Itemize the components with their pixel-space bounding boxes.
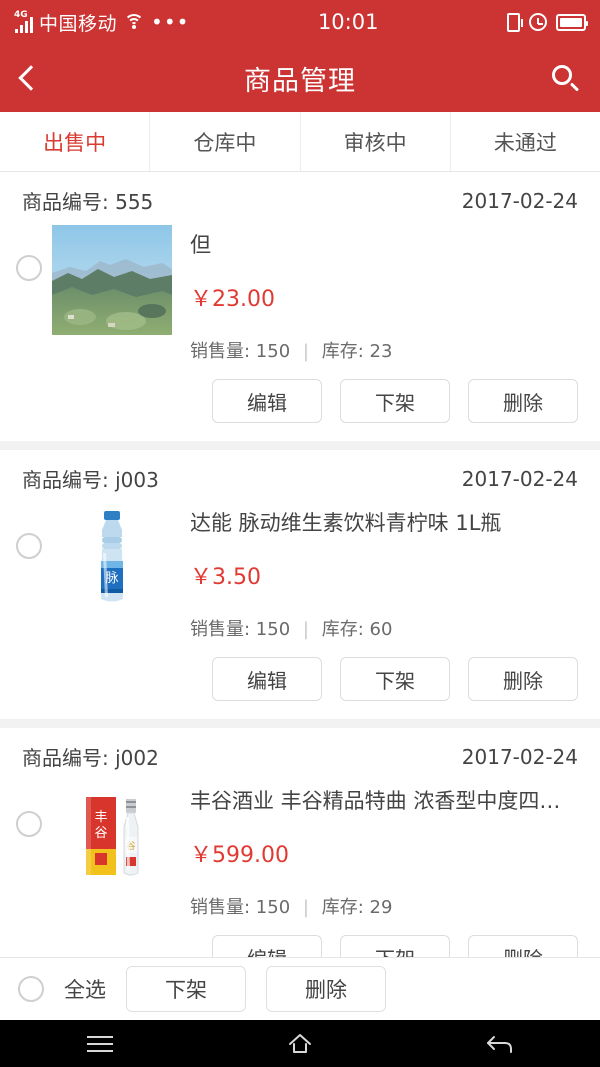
product-date: 2017-02-24 [461,466,578,491]
more-dots-icon: ••• [151,10,190,34]
tab-under-review[interactable]: 审核中 [300,112,451,171]
bulk-action-bar: 全选 下架 删除 [0,957,600,1020]
product-actions: 编辑 下架 删除 [0,367,600,441]
product-thumbnail[interactable]: 脉 [52,503,172,613]
delete-button[interactable]: 删除 [468,379,578,423]
clock-label: 10:01 [317,10,379,34]
product-date: 2017-02-24 [461,744,578,769]
product-sales: 销售量: 150 [190,619,291,640]
product-code: 商品编号: 555 [22,190,154,214]
product-card: 商品编号: 555 2017-02-24 但 ￥23.00 销售量: 150 |… [0,172,600,441]
product-stock: 库存: 23 [321,341,393,362]
blue-beverage-bottle-icon: 脉 [52,503,172,613]
product-info: 达能 脉动维生素饮料青柠味 1L瓶 ￥3.50 销售量: 150 | 库存: 6… [190,503,578,641]
carrier-label: 中国移动 [39,12,118,35]
product-meta: 销售量: 150 | 库存: 23 [190,337,578,363]
unlist-button[interactable]: 下架 [340,657,450,701]
landscape-photo-icon [52,225,172,335]
liquor-box-and-bottle-icon: 丰 谷 谷 [52,781,172,891]
product-stock: 库存: 29 [321,897,393,918]
product-stock: 库存: 60 [321,619,393,640]
app-header: 商品管理 [0,44,600,112]
status-tab-bar: 出售中 仓库中 审核中 未通过 [0,112,600,172]
product-actions: 编辑 下架 删除 [0,645,600,719]
svg-text:丰: 丰 [94,810,107,825]
home-icon[interactable] [265,1025,335,1063]
meta-separator: | [302,619,309,640]
product-card-header: 商品编号: j003 2017-02-24 [0,450,600,503]
product-card-body: 但 ￥23.00 销售量: 150 | 库存: 23 [0,225,600,367]
select-all-checkbox[interactable] [18,976,44,1002]
status-bar: 4G 中国移动 ••• 10:01 [0,0,600,44]
network-type-label: 4G [14,10,28,20]
meta-separator: | [302,897,309,918]
product-name: 丰谷酒业 丰谷精品特曲 浓香型中度四… [190,789,561,813]
product-name: 达能 脉动维生素饮料青柠味 1L瓶 [190,511,502,535]
product-thumbnail[interactable]: 丰 谷 谷 [52,781,172,891]
product-card-body: 脉 达能 脉动维生素饮料青柠味 1L瓶 ￥3.50 销售量: 150 | 库存:… [0,503,600,645]
product-info: 但 ￥23.00 销售量: 150 | 库存: 23 [190,225,578,363]
menu-icon[interactable] [65,1025,135,1063]
product-sales: 销售量: 150 [190,341,291,362]
product-card-header: 商品编号: j002 2017-02-24 [0,728,600,781]
product-price: ￥599.00 [190,843,289,868]
edit-button[interactable]: 编辑 [212,657,322,701]
product-info: 丰谷酒业 丰谷精品特曲 浓香型中度四… ￥599.00 销售量: 150 | 库… [190,781,578,919]
edit-button[interactable]: 编辑 [212,379,322,423]
product-card-body: 丰 谷 谷 丰谷酒业 丰谷精品特曲 浓香型中度四… ￥599.00 销售量: 1… [0,781,600,923]
wifi-icon [123,13,145,31]
product-meta: 销售量: 150 | 库存: 29 [190,893,578,919]
product-price: ￥23.00 [190,287,275,312]
search-icon[interactable] [552,65,580,92]
svg-text:谷: 谷 [94,826,107,841]
tab-rejected[interactable]: 未通过 [450,112,600,171]
meta-separator: | [302,341,309,362]
vibrate-icon [507,12,523,32]
product-card-header: 商品编号: 555 2017-02-24 [0,172,600,225]
product-date: 2017-02-24 [461,188,578,213]
tab-on-sale[interactable]: 出售中 [0,112,151,171]
product-thumbnail[interactable] [52,225,172,335]
product-select-checkbox[interactable] [16,255,42,281]
bulk-unlist-button[interactable]: 下架 [126,966,246,1012]
product-list[interactable]: 商品编号: 555 2017-02-24 但 ￥23.00 销售量: 150 |… [0,172,600,1067]
product-name: 但 [190,233,211,257]
product-sales: 销售量: 150 [190,897,291,918]
android-nav-bar [0,1020,600,1067]
product-meta: 销售量: 150 | 库存: 60 [190,615,578,641]
product-code: 商品编号: j003 [22,468,159,492]
alarm-icon [529,13,547,31]
page-title: 商品管理 [244,65,356,97]
product-select-checkbox[interactable] [16,533,42,559]
back-arrow-icon[interactable] [465,1025,535,1063]
status-bar-right [507,12,588,32]
product-select-checkbox[interactable] [16,811,42,837]
delete-button[interactable]: 删除 [468,657,578,701]
signal-icon: 4G [14,11,33,33]
svg-text:脉: 脉 [105,571,118,586]
product-price: ￥3.50 [190,565,261,590]
battery-icon [556,13,588,31]
product-card: 商品编号: j003 2017-02-24 脉 达能 脉动维生素饮料青柠味 1L… [0,450,600,719]
status-bar-left: 4G 中国移动 ••• [14,9,189,36]
select-all-label: 全选 [64,978,106,1002]
phone-screen: 4G 中国移动 ••• 10:01 商品管理 出售中 仓库中 审核中 未通过 商… [0,0,600,1067]
tab-in-warehouse[interactable]: 仓库中 [150,112,301,171]
unlist-button[interactable]: 下架 [340,379,450,423]
product-code: 商品编号: j002 [22,746,159,770]
bulk-delete-button[interactable]: 删除 [266,966,386,1012]
